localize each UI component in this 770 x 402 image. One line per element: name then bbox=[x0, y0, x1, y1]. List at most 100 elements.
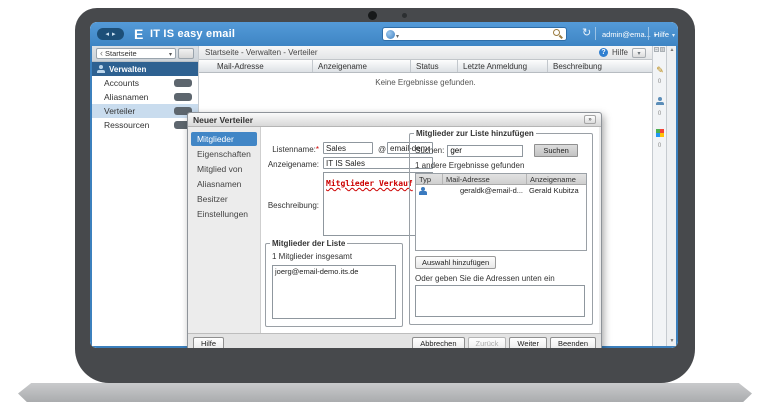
listname-input[interactable] bbox=[323, 142, 373, 154]
sidebar-section-label: Verwalten bbox=[109, 65, 146, 74]
dialog-content: Listenname:* @ Anzeigename: Beschreibung… bbox=[261, 127, 599, 333]
minimize-icon[interactable] bbox=[654, 47, 659, 52]
results-column-anzeigename[interactable]: Anzeigename bbox=[526, 174, 586, 184]
column-anzeigename[interactable]: Anzeigename bbox=[312, 60, 410, 72]
users-icon bbox=[97, 65, 105, 73]
apps-count: 0 bbox=[653, 143, 666, 149]
results-column-mail[interactable]: Mail-Adresse bbox=[442, 174, 526, 184]
description-label: Beschreibung: bbox=[261, 201, 319, 210]
contacts-tool[interactable] bbox=[653, 92, 667, 110]
column-beschreibung[interactable]: Beschreibung bbox=[547, 60, 652, 72]
add-selection-button[interactable]: Auswahl hinzufügen bbox=[415, 256, 496, 269]
dialog-tab-besitzer[interactable]: Besitzer bbox=[191, 192, 257, 206]
sidebar-item-aliasnamen[interactable]: Aliasnamen bbox=[92, 90, 198, 104]
app-titlebar: E IT IS easy email admin@ema... Hilfe bbox=[90, 22, 678, 46]
at-sign: @ bbox=[378, 145, 386, 154]
titlebar-divider bbox=[595, 27, 596, 40]
result-row[interactable]: geraldk@email-d... Gerald Kubitza bbox=[416, 185, 586, 196]
column-letzte-anmeldung[interactable]: Letzte Anmeldung bbox=[457, 60, 547, 72]
dialog-menu: Mitglieder Eigenschaften Mitglied von Al… bbox=[188, 127, 261, 333]
column-mail-adresse[interactable]: Mail-Adresse bbox=[199, 60, 312, 72]
search-results-text: 1 andere Ergebnisse gefunden bbox=[415, 161, 588, 170]
manual-addresses-textarea[interactable] bbox=[415, 285, 585, 317]
help-button[interactable]: Hilfe bbox=[193, 337, 224, 348]
help-circle-icon[interactable] bbox=[599, 48, 608, 57]
results-column-typ[interactable]: Typ bbox=[416, 174, 442, 184]
cancel-button[interactable]: Abbrechen bbox=[412, 337, 464, 348]
user-type-icon bbox=[419, 187, 427, 195]
forward-icon[interactable] bbox=[112, 30, 116, 38]
member-search-input[interactable] bbox=[447, 145, 523, 157]
sidebar-item-accounts[interactable]: Accounts bbox=[92, 76, 198, 90]
page: E IT IS easy email admin@ema... Hilfe bbox=[0, 0, 770, 402]
help-caret-icon bbox=[672, 30, 675, 39]
notes-tool[interactable] bbox=[653, 60, 667, 78]
refresh-icon[interactable] bbox=[582, 27, 591, 39]
results-table: Typ Mail-Adresse Anzeigename geraldk@ema… bbox=[415, 173, 587, 251]
column-status[interactable]: Status bbox=[410, 60, 457, 72]
add-members-legend: Mitglieder zur Liste hinzufügen bbox=[414, 129, 536, 138]
sidebar-item-label: Accounts bbox=[104, 78, 139, 88]
sidebar-topbar: Startseite bbox=[92, 46, 198, 62]
laptop-base bbox=[18, 383, 752, 402]
sidebar-item-ressourcen[interactable]: Ressourcen bbox=[92, 118, 198, 132]
or-enter-addresses-text: Oder geben Sie die Adressen unten ein bbox=[415, 274, 588, 283]
back-button[interactable]: Zurück bbox=[468, 337, 507, 348]
apps-tool[interactable] bbox=[653, 124, 667, 142]
help-menu[interactable]: Hilfe bbox=[654, 30, 675, 39]
scroll-down-icon[interactable] bbox=[667, 337, 677, 346]
breadcrumb-bar: Startseite - Verwalten - Verteiler Hilfe bbox=[199, 46, 652, 60]
new-distribution-list-dialog: Neuer Verteiler Mitglieder Eigenschaften… bbox=[187, 112, 602, 348]
breadcrumb: Startseite - Verwalten - Verteiler bbox=[205, 48, 318, 57]
members-listbox[interactable]: joerg@email-demo.its.de bbox=[272, 265, 396, 319]
sidebar: Startseite Verwalten Accounts Aliasnamen bbox=[92, 46, 199, 346]
contacts-count: 0 bbox=[653, 111, 666, 117]
list-header-row: Mail-Adresse Anzeigename Status Letzte A… bbox=[199, 60, 652, 73]
dialog-tab-mitglied-von[interactable]: Mitglied von bbox=[191, 162, 257, 176]
view-options-button[interactable] bbox=[632, 48, 646, 58]
app-window: Startseite Verwalten Accounts Aliasnamen bbox=[90, 46, 678, 348]
result-mail-cell: geraldk@email-d... bbox=[442, 185, 526, 196]
aliasnamen-badge bbox=[174, 93, 192, 101]
apps-icon bbox=[656, 129, 664, 137]
home-select-caret-icon bbox=[169, 49, 172, 58]
finish-button[interactable]: Beenden bbox=[550, 337, 596, 348]
content-help-label[interactable]: Hilfe bbox=[612, 48, 628, 57]
panel-menu-icon[interactable] bbox=[660, 47, 665, 52]
dialog-title: Neuer Verteiler bbox=[193, 115, 253, 125]
result-type-cell bbox=[416, 185, 442, 196]
sidebar-item-verteiler[interactable]: Verteiler bbox=[92, 104, 198, 118]
dialog-tab-mitglieder[interactable]: Mitglieder bbox=[191, 132, 257, 146]
back-icon[interactable] bbox=[105, 30, 109, 38]
home-select[interactable]: Startseite bbox=[96, 48, 176, 59]
contacts-icon bbox=[656, 97, 664, 105]
empty-results-message: Keine Ergebnisse gefunden. bbox=[199, 73, 652, 87]
sidebar-section-header: Verwalten bbox=[92, 62, 198, 76]
home-select-value: Startseite bbox=[105, 49, 137, 58]
search-icon[interactable] bbox=[553, 29, 563, 39]
global-search[interactable] bbox=[382, 27, 567, 41]
search-button[interactable]: Suchen bbox=[534, 144, 577, 157]
help-label: Hilfe bbox=[654, 30, 669, 39]
search-input[interactable] bbox=[399, 29, 553, 39]
search-scope-icon[interactable] bbox=[386, 30, 395, 39]
titlebar-divider bbox=[648, 27, 649, 40]
dialog-collapse-icon[interactable] bbox=[584, 115, 596, 124]
chevron-left-icon[interactable] bbox=[100, 49, 103, 58]
vertical-scrollbar[interactable] bbox=[666, 46, 676, 346]
required-mark: * bbox=[316, 145, 319, 154]
sidebar-extra-button[interactable] bbox=[178, 48, 194, 59]
members-fieldset: Mitglieder der Liste 1 Mitglieder insges… bbox=[265, 239, 403, 327]
dialog-titlebar[interactable]: Neuer Verteiler bbox=[188, 113, 601, 127]
accounts-badge bbox=[174, 79, 192, 87]
dialog-tab-aliasnamen[interactable]: Aliasnamen bbox=[191, 177, 257, 191]
members-count: 1 Mitglieder insgesamt bbox=[272, 252, 398, 261]
dialog-tab-einstellungen[interactable]: Einstellungen bbox=[191, 207, 257, 221]
member-item[interactable]: joerg@email-demo.its.de bbox=[275, 267, 393, 276]
listname-label: Listenname:* bbox=[261, 145, 319, 154]
next-button[interactable]: Weiter bbox=[509, 337, 547, 348]
scroll-up-icon[interactable] bbox=[667, 46, 677, 55]
dialog-tab-eigenschaften[interactable]: Eigenschaften bbox=[191, 147, 257, 161]
add-members-fieldset: Mitglieder zur Liste hinzufügen Suchen: … bbox=[409, 129, 593, 325]
history-nav[interactable] bbox=[97, 28, 124, 40]
